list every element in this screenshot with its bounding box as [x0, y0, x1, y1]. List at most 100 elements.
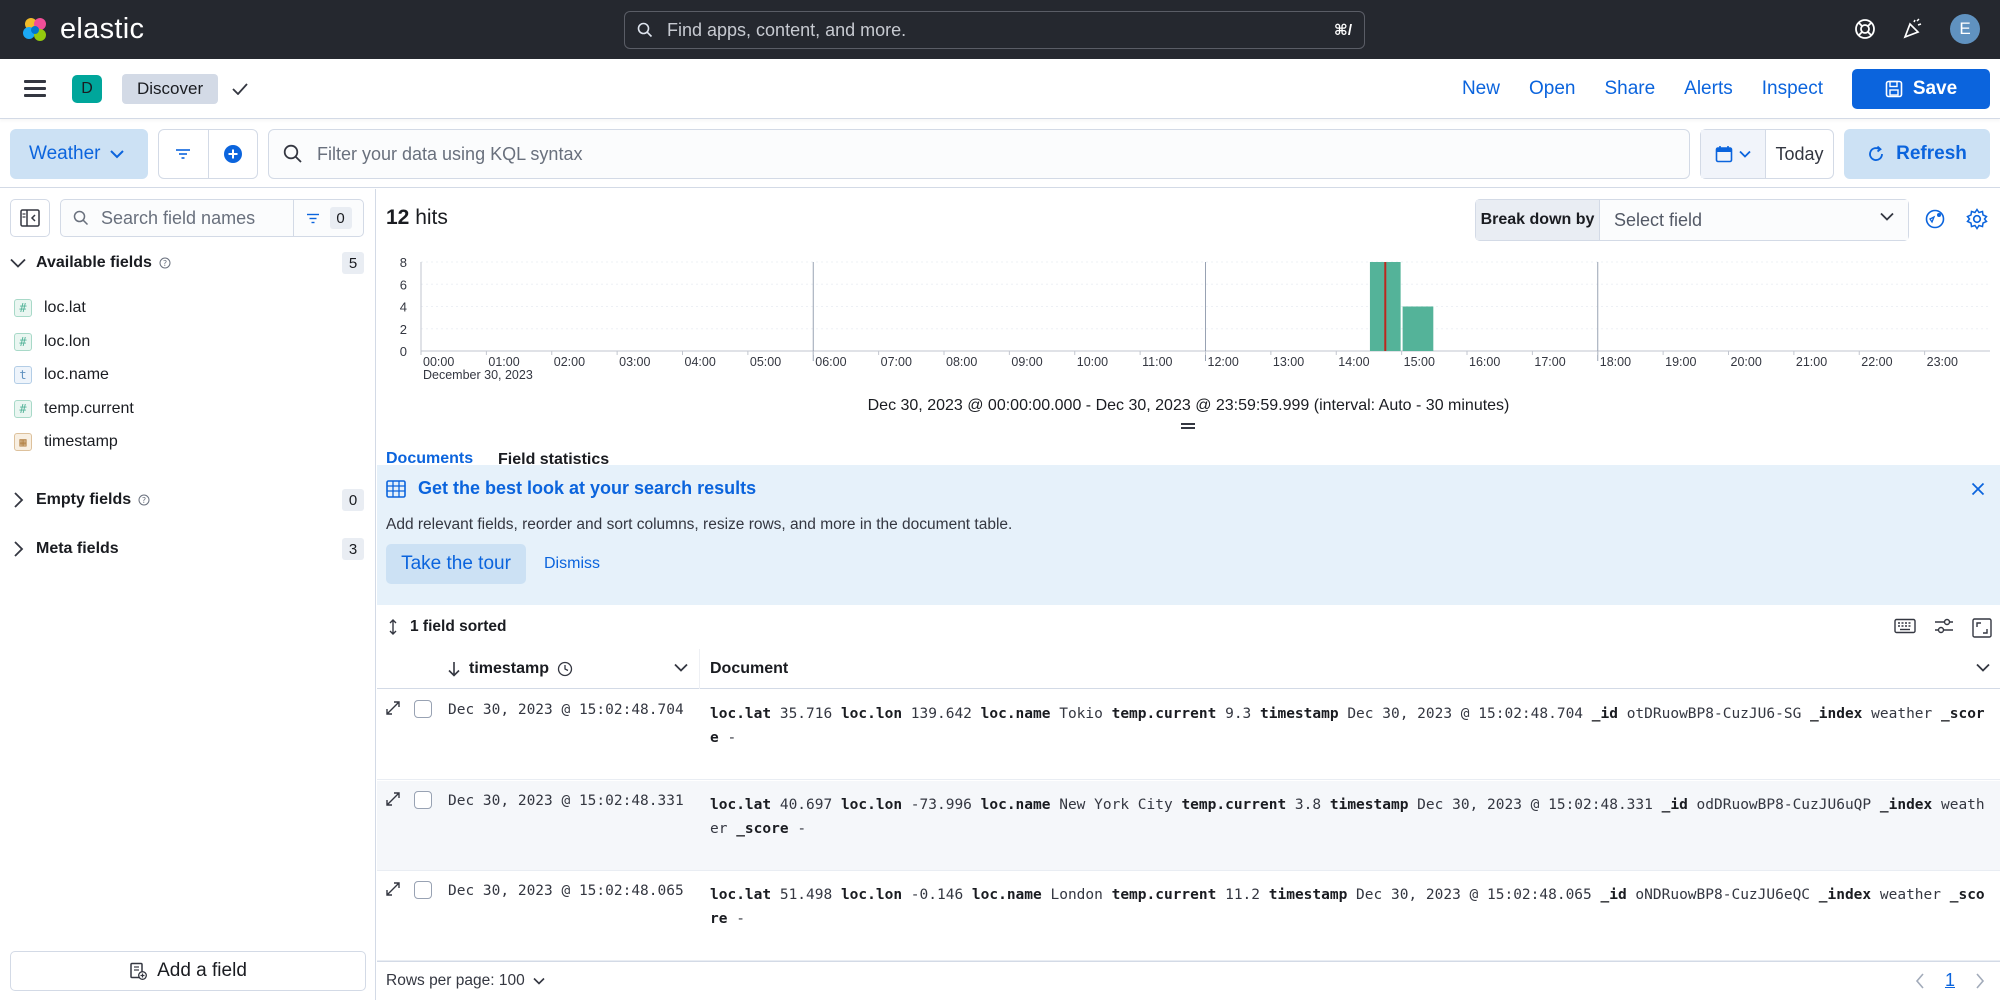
help-lifebuoy-icon[interactable]	[1854, 18, 1876, 40]
collapse-sidebar-button[interactable]	[10, 199, 50, 237]
field-item-loc-lat[interactable]: # loc.lat	[14, 295, 86, 321]
doc-field-value: 9.3	[1216, 706, 1261, 722]
date-range-label[interactable]: Today	[1766, 130, 1833, 178]
grid-footer: Rows per page: 100 1	[377, 961, 2000, 1000]
x-tick-label: 10:00	[1077, 355, 1108, 369]
chevron-down-icon[interactable]	[1976, 663, 1990, 672]
filter-menu-button[interactable]	[159, 130, 209, 178]
field-item-temp-current[interactable]: # temp.current	[14, 396, 134, 422]
doc-field-value: Dec 30, 2023 @ 15:02:48.331	[1408, 797, 1662, 813]
x-tick-label: 15:00	[1404, 355, 1435, 369]
add-filter-button[interactable]	[209, 130, 258, 178]
space-selector[interactable]: D	[72, 74, 102, 103]
field-item-loc-lon[interactable]: # loc.lon	[14, 329, 90, 355]
menu-toggle-icon[interactable]	[24, 76, 46, 101]
grid-toolbar: 1 field sorted	[377, 605, 2000, 649]
field-item-loc-name[interactable]: t loc.name	[14, 362, 109, 388]
inspect-button[interactable]: Inspect	[1762, 78, 1823, 100]
filter-icon	[306, 213, 319, 223]
expand-document-icon[interactable]	[385, 700, 401, 716]
doc-field-key: timestamp	[1260, 706, 1339, 722]
alerts-button[interactable]: Alerts	[1684, 78, 1733, 100]
open-button[interactable]: Open	[1529, 78, 1575, 100]
table-row[interactable]: Dec 30, 2023 @ 15:02:48.331 loc.lat 40.6…	[377, 781, 2000, 871]
field-type-filter-button[interactable]: 0	[293, 200, 363, 236]
table-row[interactable]: Dec 30, 2023 @ 15:02:48.704 loc.lat 35.7…	[377, 690, 2000, 780]
doc-field-value: New York City	[1050, 797, 1182, 813]
refresh-button[interactable]: Refresh	[1844, 129, 1990, 179]
doc-field-value: 139.642	[902, 706, 981, 722]
breakdown-field-select[interactable]: Break down by Select field	[1475, 199, 1909, 241]
doc-field-value: Tokio	[1050, 706, 1112, 722]
x-tick-label: 17:00	[1534, 355, 1565, 369]
panel-resize-handle[interactable]	[1181, 421, 1195, 431]
breakdown-select[interactable]: Select field	[1600, 200, 1908, 240]
add-field-label: Add a field	[157, 960, 247, 981]
row-select-checkbox[interactable]	[414, 791, 432, 809]
page-number[interactable]: 1	[1945, 970, 1955, 991]
doc-field-value: -	[727, 911, 745, 927]
hits-count: 12	[386, 206, 410, 229]
take-tour-button[interactable]: Take the tour	[386, 544, 526, 584]
global-search-input[interactable]: Find apps, content, and more. ⌘/	[624, 11, 1365, 49]
save-button[interactable]: Save	[1852, 69, 1990, 109]
breadcrumb-discover[interactable]: Discover	[122, 73, 219, 104]
doc-field-key: loc.lat	[710, 797, 772, 813]
column-divider[interactable]	[699, 649, 700, 689]
chevron-down-icon	[10, 258, 26, 268]
user-avatar[interactable]: E	[1950, 14, 1980, 44]
elastic-home-link[interactable]: elastic	[20, 13, 620, 46]
fullscreen-icon[interactable]	[1972, 618, 1992, 638]
ai-assistant-icon[interactable]	[1924, 208, 1946, 230]
keyboard-shortcuts-icon[interactable]	[1894, 618, 1916, 634]
callout-title: Get the best look at your search results	[386, 478, 756, 499]
doc-field-value: 40.697	[771, 797, 841, 813]
row-select-checkbox[interactable]	[414, 700, 432, 718]
news-feed-cheer-icon[interactable]	[1902, 18, 1924, 40]
svg-text:?: ?	[163, 259, 167, 268]
display-settings-icon[interactable]	[1934, 618, 1954, 634]
kql-query-input[interactable]: Filter your data using KQL syntax	[268, 129, 1690, 179]
rows-per-page-label: Rows per page: 100	[386, 972, 525, 989]
histogram-bar	[1402, 306, 1434, 351]
share-button[interactable]: Share	[1604, 78, 1655, 100]
quick-date-menu-button[interactable]	[1701, 130, 1766, 178]
column-header-timestamp[interactable]: timestamp	[447, 649, 573, 689]
field-item-timestamp[interactable]: ▦ timestamp	[14, 429, 118, 455]
chevron-down-icon[interactable]	[674, 663, 688, 672]
previous-page-icon[interactable]	[1915, 972, 1925, 989]
histogram-chart[interactable]: 0 2 4 6 8 00:00 01:00 02:00 03:00 04:00 05:00 06:00…	[377, 251, 2000, 381]
sort-descending-icon	[448, 662, 460, 677]
empty-fields-toggle[interactable]: Empty fields ? 0	[10, 486, 364, 514]
x-tick-label: 19:00	[1665, 355, 1696, 369]
x-tick-label: 23:00	[1927, 355, 1958, 369]
column-header-document[interactable]: Document	[710, 649, 788, 689]
rows-per-page-select[interactable]: Rows per page: 100	[386, 972, 545, 990]
doc-field-key: temp.current	[1111, 706, 1217, 722]
doc-field-key: _id	[1600, 887, 1627, 903]
chart-settings-gear-icon[interactable]	[1966, 208, 1988, 230]
add-field-button[interactable]: Add a field	[10, 951, 366, 991]
expand-document-icon[interactable]	[385, 881, 401, 897]
meta-fields-toggle[interactable]: Meta fields 3	[10, 535, 364, 563]
dismiss-button[interactable]: Dismiss	[544, 544, 600, 584]
sort-fields-button[interactable]: 1 field sorted	[388, 618, 506, 636]
close-icon[interactable]	[1971, 482, 1985, 496]
x-tick-label: 21:00	[1796, 355, 1827, 369]
next-page-icon[interactable]	[1975, 972, 1985, 989]
field-name: timestamp	[44, 433, 118, 450]
save-icon	[1885, 80, 1903, 98]
y-tick-label: 6	[400, 277, 407, 292]
table-row[interactable]: Dec 30, 2023 @ 15:02:48.065 loc.lat 51.4…	[377, 871, 2000, 961]
expand-document-icon[interactable]	[385, 791, 401, 807]
row-timestamp: Dec 30, 2023 @ 15:02:48.704	[448, 702, 684, 718]
help-icon: ?	[159, 257, 171, 269]
help-icon: ?	[138, 494, 150, 506]
new-button[interactable]: New	[1462, 78, 1500, 100]
hits-label: hits	[415, 206, 448, 229]
data-view-picker[interactable]: Weather	[10, 129, 148, 179]
field-search-input[interactable]: Search field names 0	[60, 199, 364, 237]
date-type-icon: ▦	[14, 433, 32, 451]
available-fields-toggle[interactable]: Available fields ? 5	[10, 249, 364, 277]
row-select-checkbox[interactable]	[414, 881, 432, 899]
